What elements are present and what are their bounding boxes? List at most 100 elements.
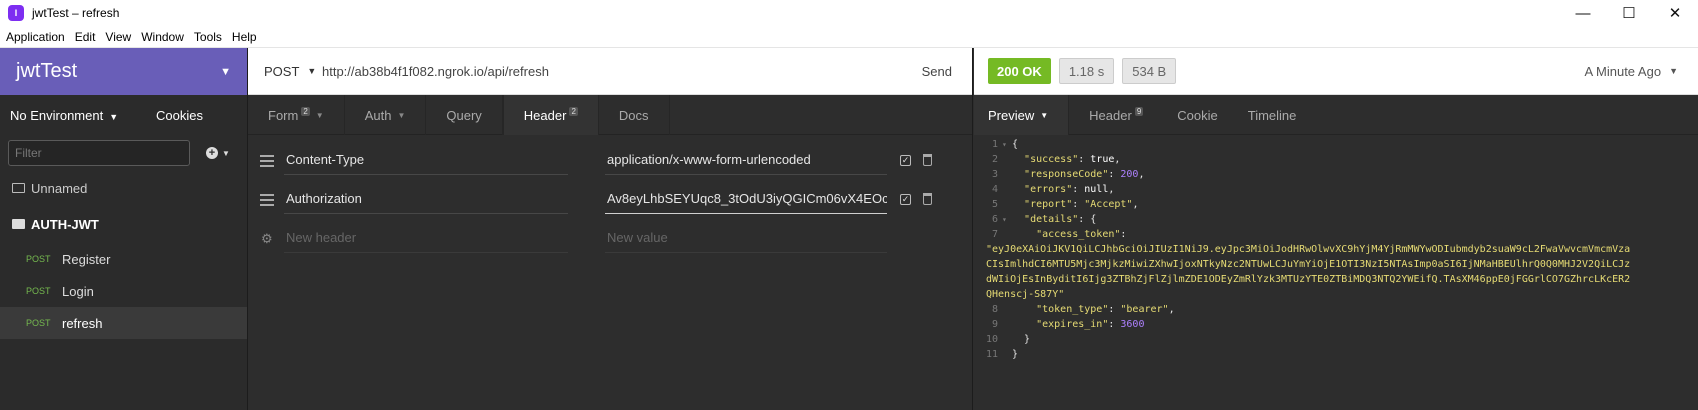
minimize-icon[interactable]: —: [1560, 0, 1606, 26]
response-body[interactable]: 1 ▾ { 2 "success": true, 3 "responseCode…: [974, 135, 1698, 362]
count-badge: 9: [1134, 106, 1144, 116]
code-text: "details": {: [1024, 214, 1097, 225]
response-status-bar: 200 OK 1.18 s 534 B A Minute Ago ▼: [974, 48, 1698, 95]
menu-application[interactable]: Application: [6, 30, 65, 44]
request-item-refresh[interactable]: POST refresh: [0, 307, 247, 339]
filter-input[interactable]: [8, 140, 190, 166]
code-text: "responseCode": 200,: [1024, 169, 1145, 180]
request-method-badge: POST: [26, 254, 51, 264]
workspace-selector[interactable]: jwtTest ▼: [0, 48, 247, 95]
menu-bar: Application Edit View Window Tools Help: [0, 26, 1698, 48]
tab-label: Form: [268, 107, 299, 123]
response-pane: 200 OK 1.18 s 534 B A Minute Ago ▼ Previ…: [974, 48, 1698, 410]
add-item-button[interactable]: + ▼: [206, 147, 230, 159]
line-number: 9: [991, 319, 998, 330]
json-value: 200: [1120, 169, 1139, 180]
gear-icon[interactable]: ⚙: [261, 231, 273, 247]
code-line: 8 "token_type": "bearer",: [974, 302, 1698, 317]
code-line: 9 "expires_in": 3600: [974, 317, 1698, 332]
plus-circle-icon: +: [206, 147, 218, 159]
caret-down-icon: ▼: [222, 148, 230, 158]
method-selector[interactable]: POST ▼: [248, 64, 316, 79]
drag-handle-icon[interactable]: [260, 193, 274, 206]
response-tabs: Preview ▼ Header 9 Cookie Timeline: [974, 95, 1698, 135]
line-number: 10: [985, 334, 998, 345]
request-item-register[interactable]: POST Register: [0, 243, 247, 275]
url-input[interactable]: http://ab38b4f1f082.ngrok.io/api/refresh: [314, 64, 922, 79]
tab-timeline[interactable]: Timeline: [1232, 95, 1311, 135]
folder-auth-jwt[interactable]: AUTH-JWT: [0, 207, 247, 241]
close-icon[interactable]: ✕: [1652, 0, 1698, 26]
json-key: "access_token": [1036, 229, 1121, 240]
tab-form[interactable]: Form 2 ▼: [248, 95, 345, 135]
tab-header[interactable]: Header 2: [502, 95, 599, 135]
json-key: "token_type": [1036, 304, 1109, 315]
json-key: "success": [1024, 154, 1079, 165]
tab-preview[interactable]: Preview ▼: [974, 95, 1070, 135]
json-value: "eyJ0eXAiOiJKV1QiLCJhbGciOiJIUzI1NiJ9.ey…: [986, 244, 1631, 300]
tab-cookie[interactable]: Cookie: [1157, 95, 1231, 135]
tab-query[interactable]: Query: [426, 95, 503, 135]
tab-label: Header: [523, 107, 567, 123]
line-number: 1: [991, 139, 998, 150]
send-button[interactable]: Send: [922, 64, 972, 79]
menu-help[interactable]: Help: [232, 30, 257, 44]
line-number: 6: [991, 214, 998, 225]
app-logo-icon: I: [8, 5, 24, 21]
caret-down-icon: ▼: [220, 65, 231, 78]
request-item-login[interactable]: POST Login: [0, 275, 247, 307]
new-header-row: ⚙ New header New value: [248, 219, 972, 258]
code-line: 5 "report": "Accept",: [974, 197, 1698, 212]
code-line: 7 "access_token":: [974, 227, 1698, 242]
checkbox-icon[interactable]: ✓: [900, 194, 911, 205]
code-text: "success": true,: [1024, 154, 1121, 165]
response-history-selector[interactable]: A Minute Ago ▼: [1584, 64, 1698, 79]
window-title: jwtTest – refresh: [32, 6, 120, 20]
request-pane: POST ▼ http://ab38b4f1f082.ngrok.io/api/…: [248, 48, 973, 410]
checkbox-icon[interactable]: ✓: [900, 155, 911, 166]
maximize-icon[interactable]: ☐: [1606, 0, 1652, 26]
menu-window[interactable]: Window: [141, 30, 184, 44]
tab-docs[interactable]: Docs: [599, 95, 670, 135]
request-name: refresh: [62, 315, 103, 331]
drag-handle-icon[interactable]: [260, 154, 274, 167]
environment-selector[interactable]: No Environment ▼: [10, 108, 118, 123]
folder-label: Unnamed: [31, 180, 88, 196]
new-header-input[interactable]: New header: [284, 224, 568, 253]
response-size-badge: 534 B: [1122, 58, 1177, 84]
json-key: "errors": [1024, 184, 1073, 195]
line-number: 2: [991, 154, 998, 165]
tab-response-header[interactable]: Header 9: [1069, 95, 1157, 135]
code-line: 4 "errors": null,: [974, 182, 1698, 197]
trash-icon[interactable]: [923, 154, 932, 166]
code-line-wrapped: "eyJ0eXAiOiJKV1QiLCJhbGciOiJIUzI1NiJ9.ey…: [974, 242, 1698, 302]
header-row: Authorization Av8eyLhbSEYUqc8_3tOdU3iyQG…: [248, 180, 972, 219]
folder-unnamed[interactable]: Unnamed: [0, 171, 247, 205]
cookies-button[interactable]: Cookies: [156, 108, 203, 123]
trash-icon[interactable]: [923, 193, 932, 205]
menu-view[interactable]: View: [105, 30, 131, 44]
menu-edit[interactable]: Edit: [75, 30, 96, 44]
header-value-input[interactable]: application/x-www-form-urlencoded: [605, 146, 887, 175]
menu-tools[interactable]: Tools: [194, 30, 222, 44]
json-value: true: [1090, 154, 1115, 165]
json-value: null: [1084, 184, 1109, 195]
tab-auth[interactable]: Auth ▼: [345, 95, 427, 135]
json-value: 3600: [1120, 319, 1145, 330]
fold-toggle-icon[interactable]: ▾: [1000, 212, 1012, 227]
header-name-input[interactable]: Authorization: [284, 185, 568, 214]
header-name-input[interactable]: Content-Type: [284, 146, 568, 175]
code-text: "expires_in": 3600: [1036, 319, 1145, 330]
tab-label: Preview: [988, 107, 1035, 123]
fold-toggle-icon[interactable]: ▾: [1000, 137, 1012, 152]
code-text: "token_type": "bearer",: [1036, 304, 1175, 315]
header-value-input[interactable]: Av8eyLhbSEYUqc8_3tOdU3iyQGICm06vX4EOc4Xi…: [605, 185, 887, 214]
new-value-input[interactable]: New value: [605, 224, 887, 253]
